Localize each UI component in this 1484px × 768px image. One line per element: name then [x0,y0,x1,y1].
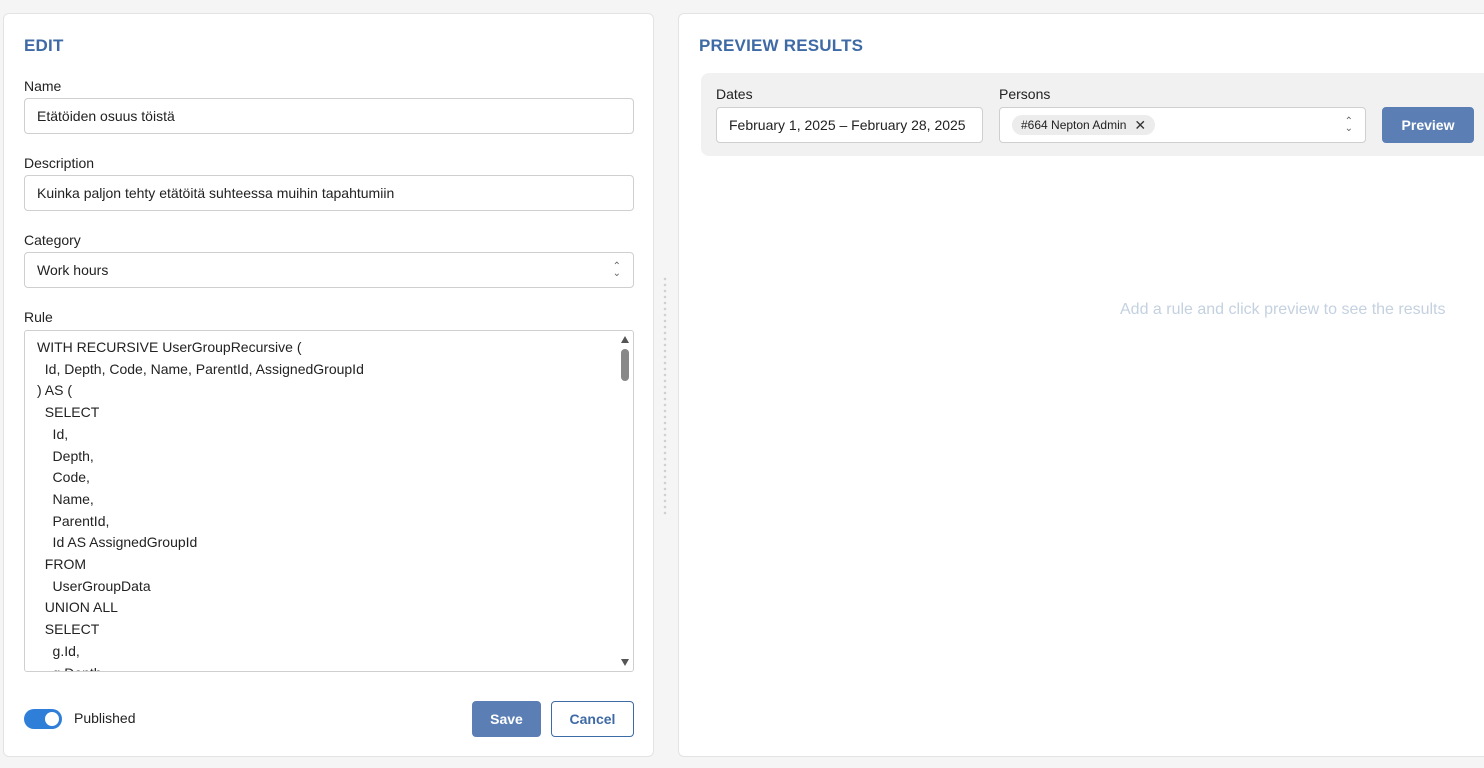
preview-panel: PREVIEW RESULTS Dates February 1, 2025 –… [678,13,1484,757]
dates-input-value: February 1, 2025 – February 28, 2025 [729,117,966,133]
person-chip: #664 Nepton Admin ✕ [1012,115,1156,135]
rule-scrollbar[interactable] [618,332,632,670]
save-button[interactable]: Save [472,701,541,737]
chevron-up-down-icon: ⌃ ⌄ [612,261,621,279]
close-icon[interactable]: ✕ [1134,118,1146,132]
rule-label: Rule [24,309,53,325]
scroll-thumb[interactable] [621,349,629,381]
name-label: Name [24,78,62,94]
description-input[interactable]: Kuinka paljon tehty etätöitä suhteessa m… [24,175,634,211]
edit-title: EDIT [24,36,64,55]
edit-panel: EDIT Name Etätöiden osuus töistä Descrip… [3,13,654,757]
published-label: Published [74,710,136,726]
dates-label: Dates [716,86,753,102]
rule-code: WITH RECURSIVE UserGroupRecursive ( Id, … [37,339,364,671]
description-input-value: Kuinka paljon tehty etätöitä suhteessa m… [37,185,395,201]
published-toggle[interactable] [24,709,62,729]
preview-button[interactable]: Preview [1382,107,1474,143]
description-label: Description [24,155,95,171]
category-select[interactable]: Work hours ⌃ ⌄ [24,252,634,288]
persons-select[interactable]: #664 Nepton Admin ✕ ⌃ ⌄ [999,107,1366,143]
rule-editor[interactable]: WITH RECURSIVE UserGroupRecursive ( Id, … [24,330,634,672]
empty-results-message: Add a rule and click preview to see the … [1120,301,1446,318]
chevron-up-down-icon: ⌃ ⌄ [1344,116,1353,134]
person-chip-label: #664 Nepton Admin [1021,118,1127,132]
scroll-down-arrow-icon[interactable] [621,659,629,666]
dates-input[interactable]: February 1, 2025 – February 28, 2025 [716,107,983,143]
scroll-up-arrow-icon[interactable] [621,336,629,343]
category-label: Category [24,232,81,248]
preview-filter-bar: Dates February 1, 2025 – February 28, 20… [701,73,1484,156]
preview-title: PREVIEW RESULTS [699,36,864,55]
name-input-value: Etätöiden osuus töistä [37,108,175,124]
name-input[interactable]: Etätöiden osuus töistä [24,98,634,134]
persons-label: Persons [999,86,1051,102]
toggle-knob [45,712,59,726]
panel-resize-handle[interactable] [663,276,667,516]
category-select-value: Work hours [37,262,109,278]
cancel-button[interactable]: Cancel [551,701,634,737]
